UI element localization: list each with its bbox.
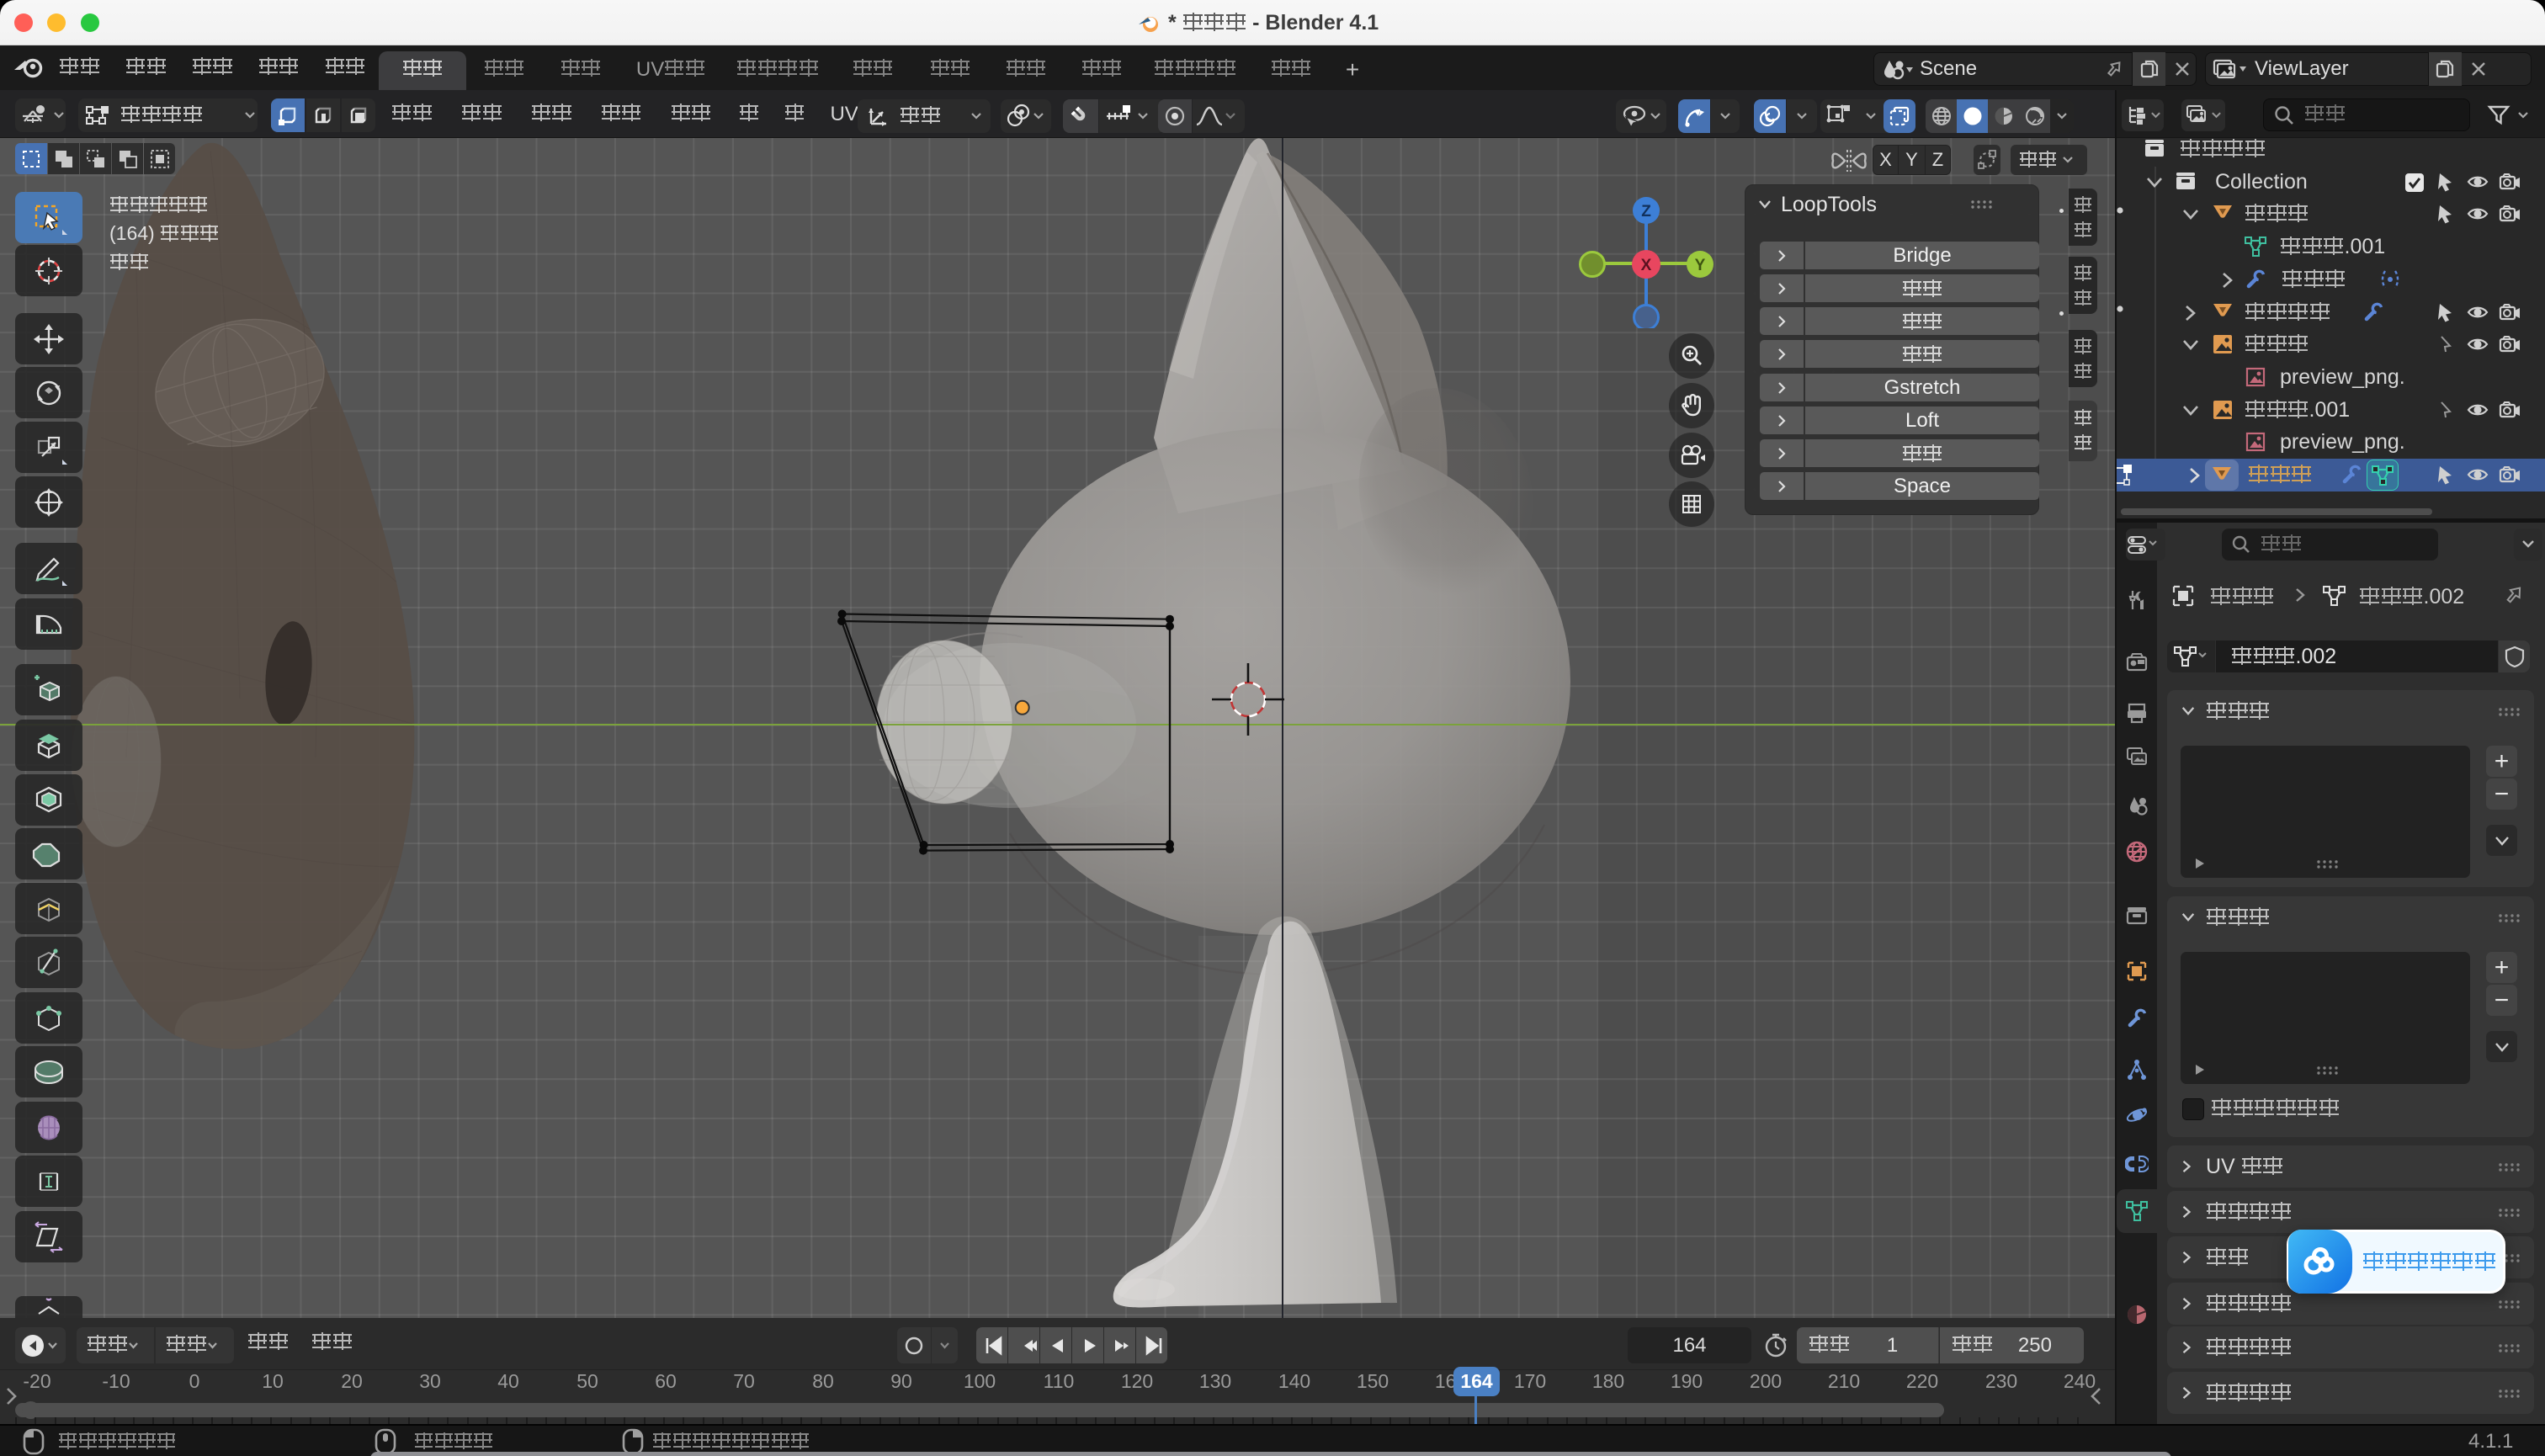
svg-text:Z: Z: [1641, 203, 1651, 221]
svg-text:Y: Y: [1695, 257, 1706, 274]
svg-text:X: X: [1641, 257, 1652, 274]
